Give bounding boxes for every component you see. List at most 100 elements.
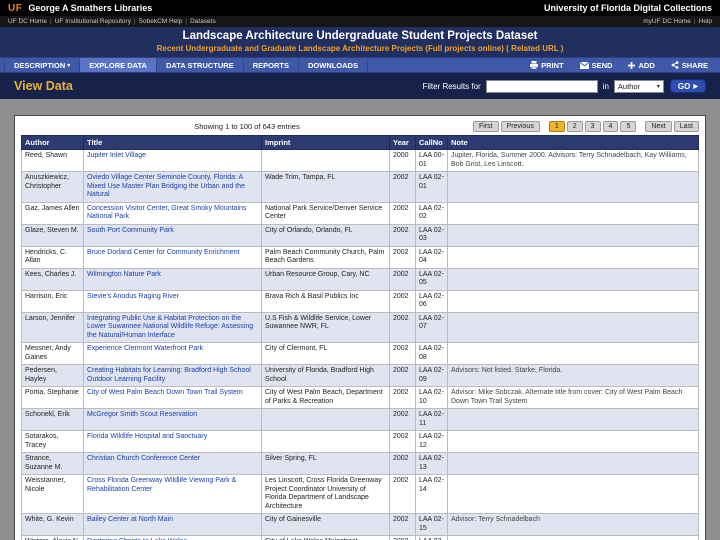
menu-tab-description[interactable]: DESCRIPTION ▾ (4, 58, 81, 72)
menu-tab-reports[interactable]: REPORTS (244, 58, 299, 72)
year-cell: 2002 (389, 452, 416, 475)
nav-link-datasets[interactable]: Datasets (190, 18, 216, 25)
imprint-cell: City of Clermont, FL (261, 342, 390, 365)
library-name[interactable]: George A Smathers Libraries (28, 3, 152, 13)
imprint-cell: City of Gainesville (261, 513, 390, 536)
chevron-down-icon: ▾ (67, 62, 71, 69)
uf-logo[interactable]: UF (8, 3, 22, 14)
title-link[interactable]: Bruce Dorland Center for Community Enric… (87, 249, 240, 256)
title-cell: Bailey Center at North Main (83, 513, 262, 536)
column-header-author[interactable]: Author (21, 135, 84, 150)
column-header-imprint[interactable]: Imprint (261, 135, 390, 150)
year-cell: 2002 (389, 223, 416, 247)
action-print[interactable]: PRINT (522, 58, 572, 72)
title-link[interactable]: Oviedo Village Center Seminole County, F… (87, 174, 245, 198)
go-button[interactable]: GO ▶ (669, 79, 706, 93)
note-cell (447, 201, 699, 225)
title-cell: City of West Palm Beach Down Town Trail … (83, 386, 262, 409)
table-row: White, G. Kevin Bailey Center at North Ma… (21, 513, 699, 536)
collection-subtitle[interactable]: Recent Undergraduate and Graduate Landsc… (0, 44, 720, 53)
action-add[interactable]: ADD (620, 58, 662, 72)
column-header-callno[interactable]: CallNo (415, 135, 448, 150)
title-cell: Bruce Dorland Center for Community Enric… (83, 245, 262, 269)
page-button-3[interactable]: 3 (584, 121, 601, 132)
collection-title: Landscape Architecture Undergraduate Stu… (182, 30, 538, 42)
filter-field-select[interactable]: Author ▾ (613, 79, 664, 93)
callno-cell: LAA 02-07 (415, 311, 448, 343)
note-cell (447, 267, 699, 291)
author-cell: Harrison, Eric (21, 289, 84, 313)
nav-link-sobekcm-help[interactable]: SobekCM Help (139, 18, 183, 25)
author-cell: Messner, Andy Gaines (21, 342, 84, 365)
page-button-previous[interactable]: Previous (500, 121, 540, 132)
menu-tab-data-structure[interactable]: DATA STRUCTURE (157, 58, 244, 72)
table-row: Strance, Suzanne M. Christian Church Conf… (21, 452, 699, 475)
page-button-1[interactable]: 1 (548, 121, 565, 132)
title-link[interactable]: Cross Florida Greenway Wildlife Viewing … (87, 477, 236, 493)
callno-cell: LAA 02-14 (415, 474, 448, 514)
table-row: Kees, Charles J. Wilmington Nature Park Ur… (21, 267, 699, 291)
nav-link-uf-institutional-repository[interactable]: UF Institutional Repository (55, 18, 131, 25)
table-body: Reed, Shawn Jupiter Inlet Village 2000 LAA … (21, 149, 699, 540)
nav-link-uf-dc-home[interactable]: UF DC Home (8, 18, 47, 25)
title-link[interactable]: Jupiter Inlet Village (87, 152, 146, 159)
title-link[interactable]: Integrating Public Use & Habitat Protect… (87, 315, 253, 339)
imprint-cell: Palm Beach Community Church, Palm Beach … (261, 245, 390, 269)
title-link[interactable]: Florida Wildlife Hospital and Sanctuary (87, 433, 207, 440)
title-link[interactable]: Wilmington Nature Park (87, 271, 161, 278)
action-share[interactable]: SHARE (663, 58, 716, 72)
column-header-note[interactable]: Note (447, 135, 699, 150)
year-cell: 2002 (389, 171, 416, 203)
title-link[interactable]: City of West Palm Beach Down Town Trail … (87, 389, 243, 396)
imprint-cell (261, 408, 390, 431)
nav-link-help[interactable]: Help (699, 18, 712, 25)
table-row: Reed, Shawn Jupiter Inlet Village 2000 LAA … (21, 149, 699, 172)
title-link[interactable]: Stevie's Anodus Raging River (87, 293, 179, 300)
page-button-4[interactable]: 4 (602, 121, 619, 132)
imprint-cell: Brava Rich & Basil Publics Inc (261, 289, 390, 313)
year-cell: 2002 (389, 474, 416, 514)
table-row: Anuszkiewicz, Christopher Oviedo Village … (21, 171, 699, 203)
title-link[interactable]: Bailey Center at North Main (87, 516, 173, 523)
author-cell: Kees, Charles J. (21, 267, 84, 291)
title-link[interactable]: South Port Community Park (87, 227, 174, 234)
page-button-last[interactable]: Last (673, 121, 699, 132)
page-button-5[interactable]: 5 (620, 121, 637, 132)
callno-cell: LAA 02-12 (415, 430, 448, 453)
title-link[interactable]: Christian Church Conference Center (87, 455, 200, 462)
nav-link-myuf-dc-home[interactable]: myUF DC Home (643, 18, 691, 25)
separator: | (50, 18, 52, 25)
author-cell: Larson, Jennifer (21, 311, 84, 343)
callno-cell: LAA 02-01 (415, 171, 448, 203)
column-header-year[interactable]: Year (389, 135, 416, 150)
year-cell: 2002 (389, 201, 416, 225)
column-header-title[interactable]: Title (83, 135, 262, 150)
page-button-next[interactable]: Next (645, 121, 672, 132)
title-link[interactable]: Concession Visitor Center, Great Smoky M… (87, 205, 246, 221)
table-row: Glaze, Steven M. South Port Community Par… (21, 223, 699, 247)
menu-tab-explore-data[interactable]: EXPLORE DATA (80, 58, 157, 72)
title-link[interactable]: Creating Habitats for Learning: Bradford… (87, 367, 251, 383)
title-cell: Stevie's Anodus Raging River (83, 289, 262, 313)
menu-tab-label: DESCRIPTION (14, 60, 66, 70)
send-icon (579, 61, 589, 69)
title-link[interactable]: Experience Clermont Waterfront Park (87, 345, 203, 352)
menu-tab-label: DOWNLOADS (307, 60, 358, 70)
menu-tab-downloads[interactable]: DOWNLOADS (299, 58, 368, 72)
page-button-2[interactable]: 2 (566, 121, 583, 132)
page-button-first[interactable]: First (472, 121, 499, 132)
note-cell (447, 171, 699, 203)
note-cell (447, 245, 699, 269)
callno-cell: LAA 02-03 (415, 223, 448, 247)
title-link[interactable]: McGregor Smith Scout Reservation (87, 411, 197, 418)
author-cell: Winters, Alexis N. (21, 535, 84, 540)
title-cell: Cross Florida Greenway Wildlife Viewing … (83, 474, 262, 514)
year-cell: 2002 (389, 311, 416, 343)
callno-cell: LAA 02-02 (415, 201, 448, 225)
note-cell (447, 430, 699, 453)
author-cell: Weisstanner, Nicole (21, 474, 84, 514)
in-label: in (602, 81, 609, 91)
note-cell (447, 223, 699, 247)
filter-input[interactable] (485, 79, 598, 93)
action-send[interactable]: SEND (572, 58, 621, 72)
